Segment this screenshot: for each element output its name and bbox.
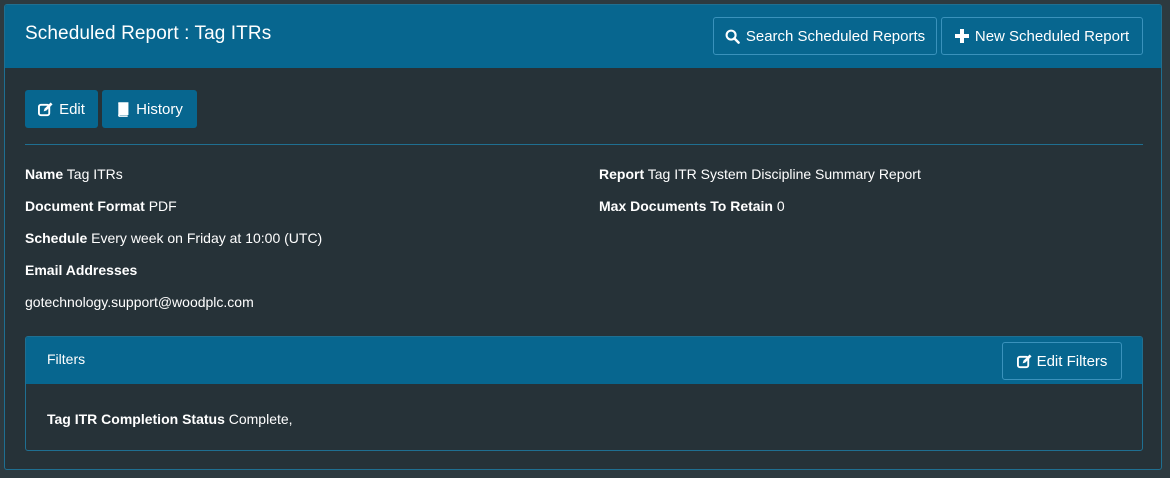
edit-button[interactable]: Edit <box>25 90 98 128</box>
filters-panel: Filters Edit Filters Tag ITR Completion … <box>25 336 1143 451</box>
edit-label: Edit <box>59 100 85 118</box>
max-documents-value: 0 <box>776 198 785 214</box>
filters-title: Filters <box>47 351 86 367</box>
name-value: Tag ITRs <box>66 166 123 182</box>
search-scheduled-reports-label: Search Scheduled Reports <box>745 27 926 45</box>
document-format-field: Document Format PDF <box>25 198 177 214</box>
schedule-value: Every week on Friday at 10:00 (UTC) <box>91 230 323 246</box>
search-icon <box>725 29 740 44</box>
history-label: History <box>136 100 183 118</box>
max-documents-label: Max Documents To Retain <box>599 198 773 214</box>
panel-header: Scheduled Report : Tag ITRs Search Sched… <box>5 5 1161 68</box>
report-label: Report <box>599 166 645 182</box>
new-scheduled-report-button[interactable]: New Scheduled Report <box>941 17 1143 55</box>
book-icon <box>116 101 130 117</box>
max-documents-field: Max Documents To Retain 0 <box>599 198 785 214</box>
document-format-value: PDF <box>148 198 177 214</box>
email-addresses-label: Email Addresses <box>25 262 138 278</box>
search-scheduled-reports-button[interactable]: Search Scheduled Reports <box>713 17 937 55</box>
email-address-value: gotechnology.support@woodplc.com <box>25 294 254 310</box>
edit-filters-label: Edit Filters <box>1036 352 1108 370</box>
edit-filters-button[interactable]: Edit Filters <box>1002 342 1122 380</box>
filter-value: Complete, <box>228 411 293 427</box>
divider <box>25 144 1143 145</box>
name-label: Name <box>25 166 64 182</box>
plus-icon <box>954 29 969 43</box>
schedule-field: Schedule Every week on Friday at 10:00 (… <box>25 230 322 246</box>
report-field: Report Tag ITR System Discipline Summary… <box>599 166 921 182</box>
email-addresses-field: Email Addresses <box>25 262 137 278</box>
new-scheduled-report-label: New Scheduled Report <box>974 27 1130 45</box>
edit-icon <box>1016 353 1032 369</box>
scheduled-report-panel: Scheduled Report : Tag ITRs Search Sched… <box>4 4 1162 470</box>
name-field: Name Tag ITRs <box>25 166 123 182</box>
filters-header: Filters Edit Filters <box>26 337 1142 384</box>
filter-label: Tag ITR Completion Status <box>47 411 225 427</box>
schedule-label: Schedule <box>25 230 88 246</box>
history-button[interactable]: History <box>102 90 197 128</box>
filter-item: Tag ITR Completion Status Complete, <box>47 411 293 427</box>
page-title: Scheduled Report : Tag ITRs <box>25 23 272 44</box>
document-format-label: Document Format <box>25 198 145 214</box>
report-value: Tag ITR System Discipline Summary Report <box>647 166 921 182</box>
edit-icon <box>38 101 53 117</box>
